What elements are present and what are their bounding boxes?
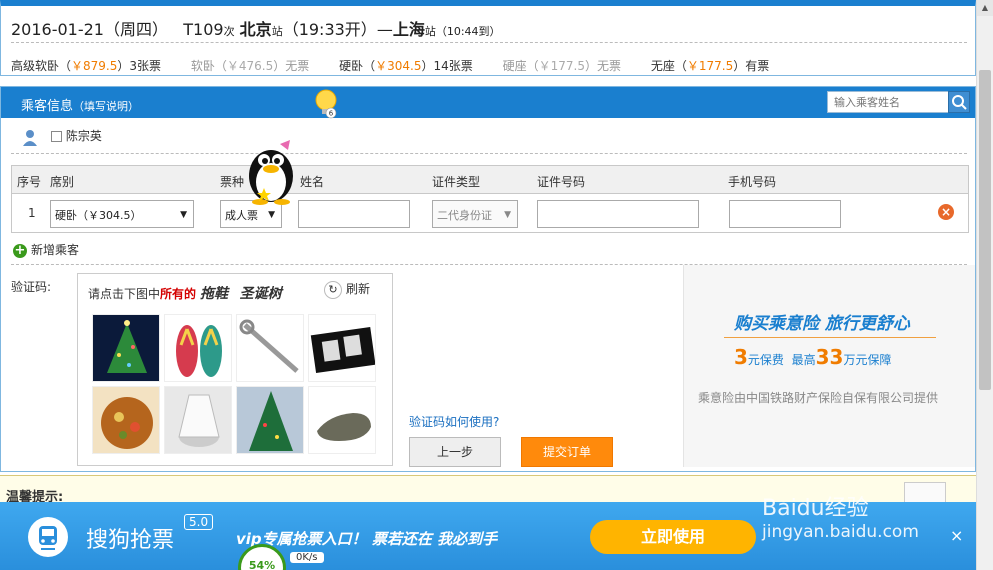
contact-list: 陈宗英 [21,127,102,146]
passenger-header-title: 乘客信息 [21,99,74,114]
col-name: 姓名 [300,175,325,189]
depart-time: （19:33开） [282,20,377,39]
chevron-down-icon: ▼ [180,210,187,220]
passenger-table: 序号 席别 票种 姓名 证件类型 证件号码 手机号码 1 硬卧（￥304.5） ▼… [11,165,969,233]
search-icon [952,95,967,110]
insurance-summary: 3元保费 最高33万元保障 [734,345,892,369]
delete-row-icon[interactable]: × [938,204,954,220]
travel-date: 2016-01-21（周四） [11,20,168,39]
seat-option-2: 软卧（￥476.5）无票 [190,59,310,73]
phone-input[interactable] [729,200,841,228]
ad-product-name: 搜狗抢票 [86,528,175,553]
passenger-panel: 乘客信息（填写说明） 6 陈宗英 序号 席别 票种 姓名 证件 [0,86,976,472]
qq-penguin-icon[interactable] [240,136,302,206]
from-station: 北京 [239,20,272,39]
captcha-box: 请点击下图中所有的 拖鞋 圣诞树 ↻ 刷新 [77,273,393,466]
add-passenger-button[interactable]: + 新增乘客 [13,241,79,258]
passenger-header: 乘客信息（填写说明） 6 [1,87,975,119]
captcha-image-6[interactable] [164,386,232,454]
divider [11,153,967,154]
col-no: 序号 [17,175,42,189]
table-header: 序号 席别 票种 姓名 证件类型 证件号码 手机号码 [12,166,968,194]
chevron-down-icon: ▼ [504,210,511,220]
arrive-time: （10:44到） [435,25,501,38]
captcha-image-1[interactable] [92,314,160,382]
captcha-image-4[interactable] [308,314,376,382]
seat-option-5: 无座（￥177.5）有票 [650,59,770,73]
user-icon [23,129,37,146]
contact-checkbox[interactable] [50,131,62,142]
use-now-button[interactable]: 立即使用 [590,520,756,554]
seat-availability-row: 高级软卧（￥879.5）3张票 软卧（￥476.5）无票 硬卧（￥304.5）1… [11,57,795,74]
train-icon [28,517,68,557]
baidu-watermark: Baidu经验 jingyan.baidu.com [762,490,919,542]
refresh-icon: ↻ [324,281,342,299]
lightbulb-icon[interactable]: 6 [313,87,339,119]
submit-order-button[interactable]: 提交订单 [521,437,613,467]
svg-text:6: 6 [329,110,334,118]
train-number: T109 [183,20,224,39]
captcha-image-7[interactable] [236,386,304,454]
row-number: 1 [28,206,36,220]
name-input[interactable] [298,200,410,228]
table-row: 1 硬卧（￥304.5） ▼ 成人票 ▼ 二代身份证 ▼ × [12,194,968,232]
previous-step-button[interactable]: 上一步 [409,437,501,467]
plus-icon: + [13,242,27,258]
seat-type-select[interactable]: 硬卧（￥304.5） ▼ [50,200,194,228]
col-id-no: 证件号码 [537,175,586,189]
speed-rate: 0K/s [290,552,324,563]
captcha-image-8[interactable] [308,386,376,454]
vertical-scrollbar[interactable]: ▲ [976,0,993,570]
captcha-refresh-button[interactable]: ↻ 刷新 [324,280,370,299]
insurance-title: 购买乘意险 旅行更舒心 [734,314,910,334]
scroll-up-icon[interactable]: ▲ [977,0,993,16]
fill-instructions-link[interactable]: （填写说明） [73,100,139,113]
divider [724,337,936,338]
col-seat: 席别 [50,175,75,189]
seat-option-1: 高级软卧（￥879.5）3张票 [11,59,162,73]
seat-option-3: 硬卧（￥304.5）14张票 [339,59,473,73]
contact-name: 陈宗英 [65,129,102,143]
captcha-image-3[interactable] [236,314,304,382]
captcha-prompt: 请点击下图中所有的 拖鞋 圣诞树 [88,286,282,302]
train-info-panel: 2016-01-21（周四） T109次 北京站（19:33开）—上海站（10:… [0,0,976,76]
network-speed-widget[interactable]: 54% 0K/s [238,544,360,570]
insurance-provider: 乘意险由中国铁路财产保险自保有限公司提供 [698,391,939,405]
col-id-type: 证件类型 [432,175,481,189]
captcha-label: 验证码: [11,280,52,294]
insurance-panel[interactable]: 购买乘意险 旅行更舒心 3元保费 最高33万元保障 乘意险由中国铁路财产保险自保… [683,265,975,467]
speed-ball: 54% [238,544,286,570]
watermark-brand: Baidu经验 [762,496,869,521]
chevron-down-icon: ▼ [268,210,275,220]
captcha-image-2[interactable] [164,314,232,382]
passenger-search-input[interactable] [827,91,949,113]
seat-option-4: 硬座（￥177.5）无票 [502,59,621,73]
id-number-input[interactable] [537,200,699,228]
ad-version-badge: 5.0 [184,514,214,530]
divider [11,42,967,43]
scroll-thumb[interactable] [979,70,991,390]
captcha-help-link[interactable]: 验证码如何使用? [409,413,499,430]
close-icon[interactable]: × [950,526,963,545]
to-station: 上海 [392,20,425,39]
id-type-select[interactable]: 二代身份证 ▼ [432,200,518,228]
search-button[interactable] [948,91,970,113]
captcha-image-5[interactable] [92,386,160,454]
train-title: 2016-01-21（周四） T109次 北京站（19:33开）—上海站（10:… [11,20,501,39]
col-phone: 手机号码 [728,175,777,189]
watermark-site: jingyan.baidu.com [762,522,919,542]
